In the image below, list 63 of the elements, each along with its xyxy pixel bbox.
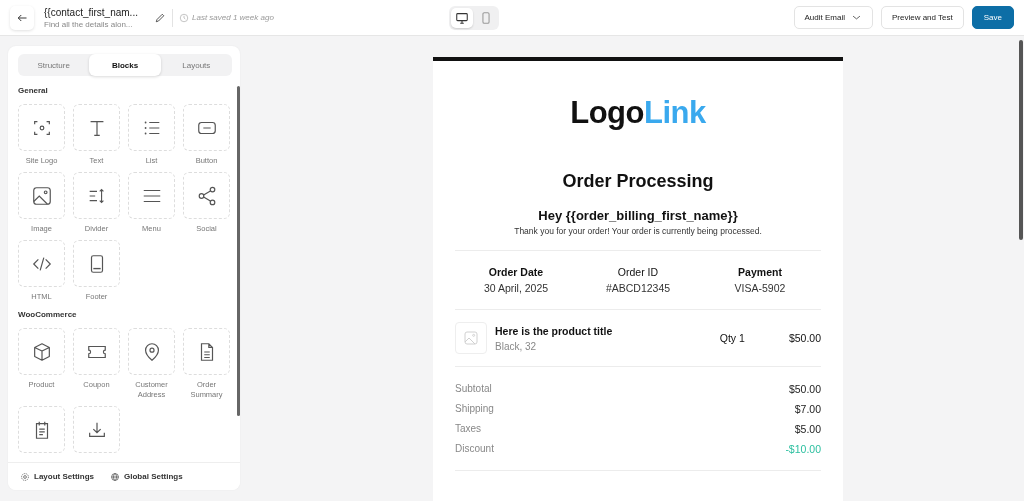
save-button[interactable]: Save	[971, 6, 1014, 29]
info-value: #ABCD12345	[605, 282, 671, 294]
info-value: 30 April, 2025	[483, 282, 549, 294]
email-heading: Order Processing	[561, 171, 715, 192]
message-text: Thank you for your order! Your order is currently being processed.	[513, 226, 763, 236]
total-value: $7.00	[794, 403, 821, 415]
info-label: Payment	[738, 266, 782, 278]
layout-settings-button[interactable]: Layout Settings	[20, 471, 94, 482]
total-value: $5.00	[794, 423, 821, 435]
section-heading: General	[18, 86, 49, 95]
total-label: Discount	[455, 443, 494, 455]
global-settings-button[interactable]: Global Settings	[110, 471, 183, 482]
device-toggle[interactable]	[450, 7, 473, 28]
product-title: Here is the product title	[495, 324, 614, 337]
block-tile[interactable]	[183, 172, 230, 219]
logo-text: Link	[644, 95, 706, 130]
total-label: Subtotal	[455, 383, 492, 395]
block-tile[interactable]	[128, 172, 175, 219]
scrollbar[interactable]	[1019, 40, 1023, 240]
panel-tab[interactable]: Structure	[18, 54, 90, 76]
product-variant: Black, 32	[495, 340, 538, 352]
image-icon	[30, 184, 53, 207]
total-value: -$10.00	[785, 443, 821, 455]
block-tile[interactable]	[128, 104, 175, 151]
block-tile[interactable]	[73, 406, 120, 453]
block-tile[interactable]	[128, 328, 175, 375]
scrollbar[interactable]	[237, 86, 240, 416]
total-label: Shipping	[455, 403, 494, 415]
image-icon	[463, 330, 479, 346]
block-tile[interactable]	[73, 328, 120, 375]
audit-email-button[interactable]: Audit Email	[793, 6, 873, 29]
block-tile[interactable]	[183, 104, 230, 151]
info-label: Order ID	[617, 266, 659, 278]
logo-text: Logo	[570, 95, 644, 130]
last-saved-text: Last saved 1 week ago	[192, 13, 274, 22]
info-value: VISA-5902	[734, 282, 786, 294]
block-tile[interactable]	[73, 172, 120, 219]
total-label: Taxes	[455, 423, 482, 435]
section-heading: WooCommerce	[18, 310, 78, 319]
product-price: $50.00	[788, 332, 821, 344]
greeting-text: Hey {{order_billing_first_name}}	[537, 208, 739, 223]
block-tile[interactable]	[18, 172, 65, 219]
block-tile[interactable]	[18, 406, 65, 453]
clock-icon	[179, 12, 189, 23]
quantity-text: Qty 1	[719, 332, 745, 344]
panel-tab[interactable]: Blocks	[89, 54, 161, 76]
back-button[interactable]	[10, 5, 34, 30]
pencil-icon	[154, 11, 166, 24]
info-label: Order Date	[488, 266, 544, 278]
gear-icon	[20, 471, 30, 482]
block-tile[interactable]	[18, 240, 65, 287]
total-value: $50.00	[788, 383, 821, 395]
block-tile[interactable]	[18, 104, 65, 151]
template-subtitle: Find all the details alon...	[44, 19, 134, 29]
preview-and-test-button[interactable]: Preview and Test	[881, 6, 964, 29]
template-title: {{contact_first_nam...	[44, 6, 139, 18]
desktop-icon	[454, 10, 469, 25]
block-tile[interactable]	[183, 328, 230, 375]
panel-tab[interactable]: Layouts	[160, 54, 232, 76]
globe-icon	[110, 471, 120, 482]
block-tile[interactable]	[73, 104, 120, 151]
block-tile[interactable]	[18, 328, 65, 375]
block-tile[interactable]	[73, 240, 120, 287]
